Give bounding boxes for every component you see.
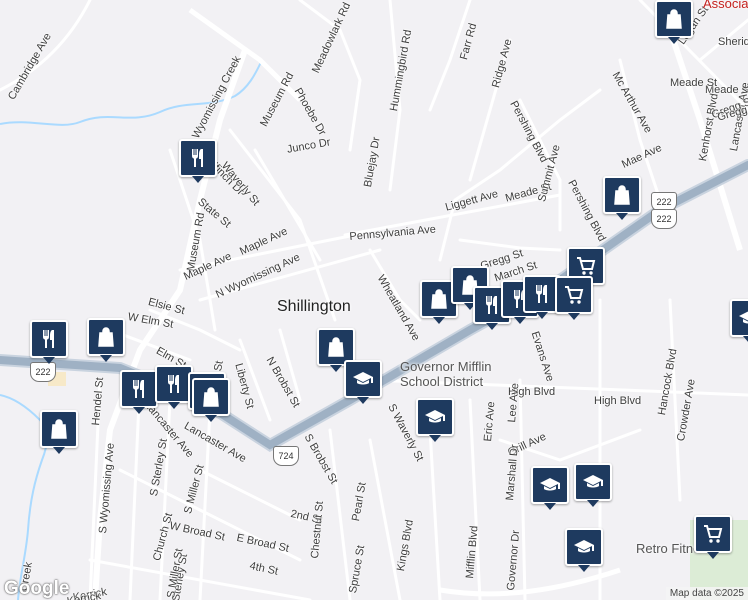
cart-icon — [565, 286, 584, 304]
shopping-bag-icon — [51, 419, 67, 439]
place-marker[interactable] — [87, 318, 125, 362]
place-marker[interactable] — [694, 515, 732, 559]
route-shield: 222 — [651, 209, 677, 229]
shopping-bag-icon — [203, 387, 219, 407]
shopping-bag-icon — [666, 9, 682, 29]
place-marker[interactable] — [655, 0, 693, 44]
school-district-label[interactable]: Governor Mifflin School District — [400, 359, 510, 389]
restaurant-icon — [536, 285, 547, 303]
place-marker[interactable] — [40, 410, 78, 454]
place-marker[interactable] — [120, 370, 158, 414]
restaurant-icon — [133, 380, 144, 398]
place-marker[interactable] — [344, 360, 382, 404]
school-icon — [425, 410, 445, 423]
map-attribution[interactable]: Map data ©2025 — [665, 587, 748, 600]
restaurant-icon — [43, 330, 54, 348]
street-label: Sheridan — [718, 36, 748, 48]
town-label: Shillington — [277, 298, 351, 315]
shopping-bag-icon — [614, 185, 630, 205]
association-label[interactable]: Associa — [703, 0, 748, 11]
place-marker[interactable] — [192, 378, 230, 422]
shopping-bag-icon — [431, 289, 447, 309]
place-marker[interactable] — [416, 398, 454, 442]
school-icon — [739, 311, 748, 324]
shopping-bag-icon — [98, 327, 114, 347]
restaurant-icon — [168, 375, 179, 393]
place-marker[interactable] — [603, 176, 641, 220]
google-logo: Google — [4, 578, 70, 599]
road-network — [0, 0, 748, 600]
place-marker[interactable] — [30, 320, 68, 364]
school-icon — [540, 478, 560, 491]
map-canvas[interactable]: Cambridge Ave Meadowlark Rd Wyomissing Cre… — [0, 0, 748, 600]
route-shield: 724 — [273, 446, 299, 466]
place-marker[interactable] — [555, 276, 593, 320]
school-icon — [353, 372, 373, 385]
route-shield: 222 — [30, 362, 56, 382]
school-icon — [583, 475, 603, 488]
street-label: Meade St — [670, 77, 718, 89]
cart-icon — [577, 257, 596, 275]
place-marker[interactable] — [531, 466, 569, 510]
street-label: High Blvd — [594, 395, 642, 407]
place-marker[interactable] — [574, 463, 612, 507]
place-marker[interactable] — [565, 528, 603, 572]
place-marker[interactable] — [179, 139, 217, 183]
cart-icon — [704, 525, 723, 543]
restaurant-icon — [192, 149, 203, 167]
school-icon — [574, 540, 594, 553]
shopping-bag-icon — [328, 337, 344, 357]
place-marker[interactable] — [730, 299, 748, 343]
